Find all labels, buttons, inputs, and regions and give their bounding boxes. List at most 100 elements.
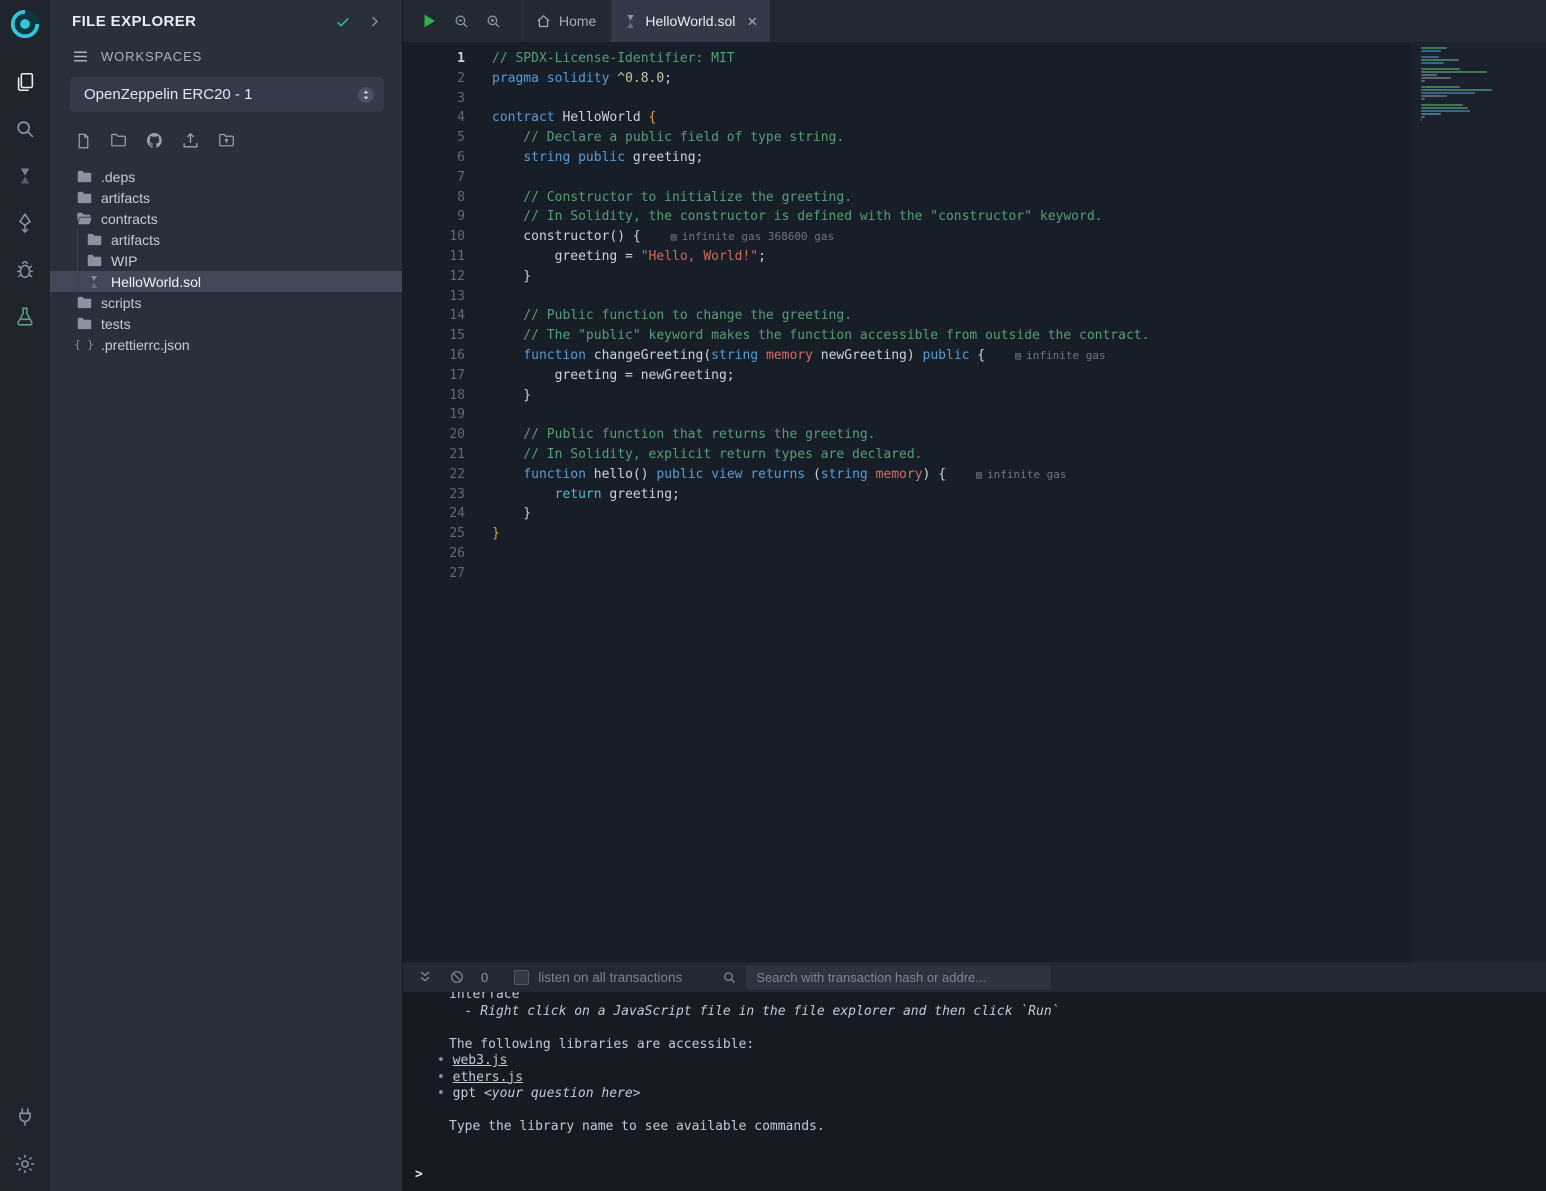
clear-console-icon[interactable] (449, 969, 465, 985)
line-number[interactable]: 27 (403, 564, 465, 584)
line-number[interactable]: 1 (403, 49, 465, 69)
tree-item-artifacts[interactable]: artifacts (50, 229, 402, 250)
listen-transactions-checkbox[interactable] (514, 970, 529, 985)
zoom-in-icon[interactable] (485, 13, 502, 30)
code-line[interactable]: string public greeting; (492, 148, 1411, 168)
code-area[interactable]: // SPDX-License-Identifier: MITpragma so… (465, 42, 1411, 962)
workspace-switch-icon[interactable] (356, 85, 376, 105)
line-number[interactable]: 14 (403, 306, 465, 326)
tree-item-tests[interactable]: tests (50, 313, 402, 334)
code-line[interactable]: pragma solidity ^0.8.0; (492, 69, 1411, 89)
code-line[interactable]: // Public function that returns the gree… (492, 425, 1411, 445)
tree-item-artifacts[interactable]: artifacts (50, 187, 402, 208)
line-number[interactable]: 16 (403, 346, 465, 366)
code-line[interactable] (492, 89, 1411, 109)
plugin-manager-icon[interactable] (0, 1093, 50, 1140)
tree-item-wip[interactable]: WIP (50, 250, 402, 271)
line-number[interactable]: 11 (403, 247, 465, 267)
deploy-run-icon[interactable] (0, 199, 50, 246)
code-line[interactable] (492, 287, 1411, 307)
line-number[interactable]: 17 (403, 366, 465, 386)
search-icon[interactable] (0, 105, 50, 152)
tree-item--deps[interactable]: .deps (50, 166, 402, 187)
code-line[interactable]: } (492, 386, 1411, 406)
code-line[interactable]: } (492, 267, 1411, 287)
close-icon[interactable]: × (747, 13, 757, 30)
code-line[interactable]: } (492, 504, 1411, 524)
line-number[interactable]: 15 (403, 326, 465, 346)
code-line[interactable]: greeting = newGreeting; (492, 366, 1411, 386)
line-number[interactable]: 8 (403, 188, 465, 208)
upload-icon[interactable] (181, 131, 200, 150)
tab-home[interactable]: Home (522, 0, 610, 42)
tab-helloworld-sol[interactable]: HelloWorld.sol × (610, 0, 771, 42)
line-number[interactable]: 24 (403, 504, 465, 524)
code-line[interactable]: // Public function to change the greetin… (492, 306, 1411, 326)
line-number[interactable]: 22 (403, 465, 465, 485)
unit-testing-icon[interactable] (0, 293, 50, 340)
minimap[interactable] (1421, 47, 1546, 127)
code-editor[interactable]: 1234567891011121314151617181920212223242… (403, 42, 1546, 962)
zoom-out-icon[interactable] (453, 13, 470, 30)
line-number[interactable]: 25 (403, 524, 465, 544)
code-line[interactable] (492, 564, 1411, 584)
tree-item--prettierrc-json[interactable]: { }.prettierrc.json (50, 334, 402, 355)
code-line[interactable]: return greeting; (492, 485, 1411, 505)
code-line[interactable] (492, 405, 1411, 425)
code-line[interactable]: // SPDX-License-Identifier: MIT (492, 49, 1411, 69)
code-line[interactable]: function hello() public view returns (st… (492, 465, 1411, 485)
code-line[interactable] (492, 544, 1411, 564)
hamburger-menu-icon[interactable] (72, 48, 89, 65)
line-number[interactable]: 4 (403, 108, 465, 128)
terminal-prompt[interactable]: > (415, 1167, 423, 1184)
line-number[interactable]: 7 (403, 168, 465, 188)
settings-icon[interactable] (0, 1140, 50, 1187)
debugger-icon[interactable] (0, 246, 50, 293)
line-number[interactable]: 20 (403, 425, 465, 445)
new-folder-icon[interactable] (109, 132, 128, 149)
line-number[interactable]: 2 (403, 69, 465, 89)
collapse-terminal-icon[interactable] (417, 969, 433, 985)
line-number[interactable]: 19 (403, 405, 465, 425)
line-number[interactable]: 12 (403, 267, 465, 287)
line-number[interactable]: 21 (403, 445, 465, 465)
chevron-right-icon[interactable] (367, 14, 382, 29)
import-folder-icon[interactable] (217, 132, 236, 149)
code-line[interactable]: function changeGreeting(string memory ne… (492, 346, 1411, 366)
solidity-compiler-icon[interactable] (0, 152, 50, 199)
line-number[interactable]: 10 (403, 227, 465, 247)
code-line[interactable]: // In Solidity, explicit return types ar… (492, 445, 1411, 465)
terminal-search-input[interactable] (746, 965, 1051, 990)
code-line[interactable] (492, 168, 1411, 188)
terminal-output[interactable]: interface - Right click on a JavaScript … (403, 992, 1546, 1191)
remix-logo[interactable] (8, 7, 42, 46)
line-number[interactable]: 18 (403, 386, 465, 406)
new-file-icon[interactable] (75, 132, 92, 150)
terminal-link[interactable]: web3.js (437, 1053, 1546, 1070)
workspace-select[interactable]: OpenZeppelin ERC20 - 1 (70, 77, 384, 112)
tree-item-label: scripts (101, 295, 141, 311)
line-number[interactable]: 13 (403, 287, 465, 307)
code-line[interactable]: // In Solidity, the constructor is defin… (492, 207, 1411, 227)
code-line[interactable]: constructor() {▤infinite gas 368600 gas (492, 227, 1411, 247)
code-line[interactable]: } (492, 524, 1411, 544)
github-icon[interactable] (145, 131, 164, 150)
tree-item-contracts[interactable]: contracts (50, 208, 402, 229)
line-number[interactable]: 23 (403, 485, 465, 505)
code-line[interactable]: contract HelloWorld { (492, 108, 1411, 128)
line-number[interactable]: 9 (403, 207, 465, 227)
line-number-gutter[interactable]: 1234567891011121314151617181920212223242… (403, 42, 465, 962)
line-number[interactable]: 6 (403, 148, 465, 168)
code-line[interactable]: // Constructor to initialize the greetin… (492, 188, 1411, 208)
code-line[interactable]: // The "public" keyword makes the functi… (492, 326, 1411, 346)
play-icon[interactable] (420, 12, 438, 30)
file-explorer-icon[interactable] (0, 58, 50, 105)
code-line[interactable]: // Declare a public field of type string… (492, 128, 1411, 148)
line-number[interactable]: 3 (403, 89, 465, 109)
tree-item-scripts[interactable]: scripts (50, 292, 402, 313)
line-number[interactable]: 5 (403, 128, 465, 148)
tree-item-helloworld-sol[interactable]: HelloWorld.sol (50, 271, 402, 292)
line-number[interactable]: 26 (403, 544, 465, 564)
code-line[interactable]: greeting = "Hello, World!"; (492, 247, 1411, 267)
terminal-link[interactable]: ethers.js (437, 1070, 1546, 1087)
